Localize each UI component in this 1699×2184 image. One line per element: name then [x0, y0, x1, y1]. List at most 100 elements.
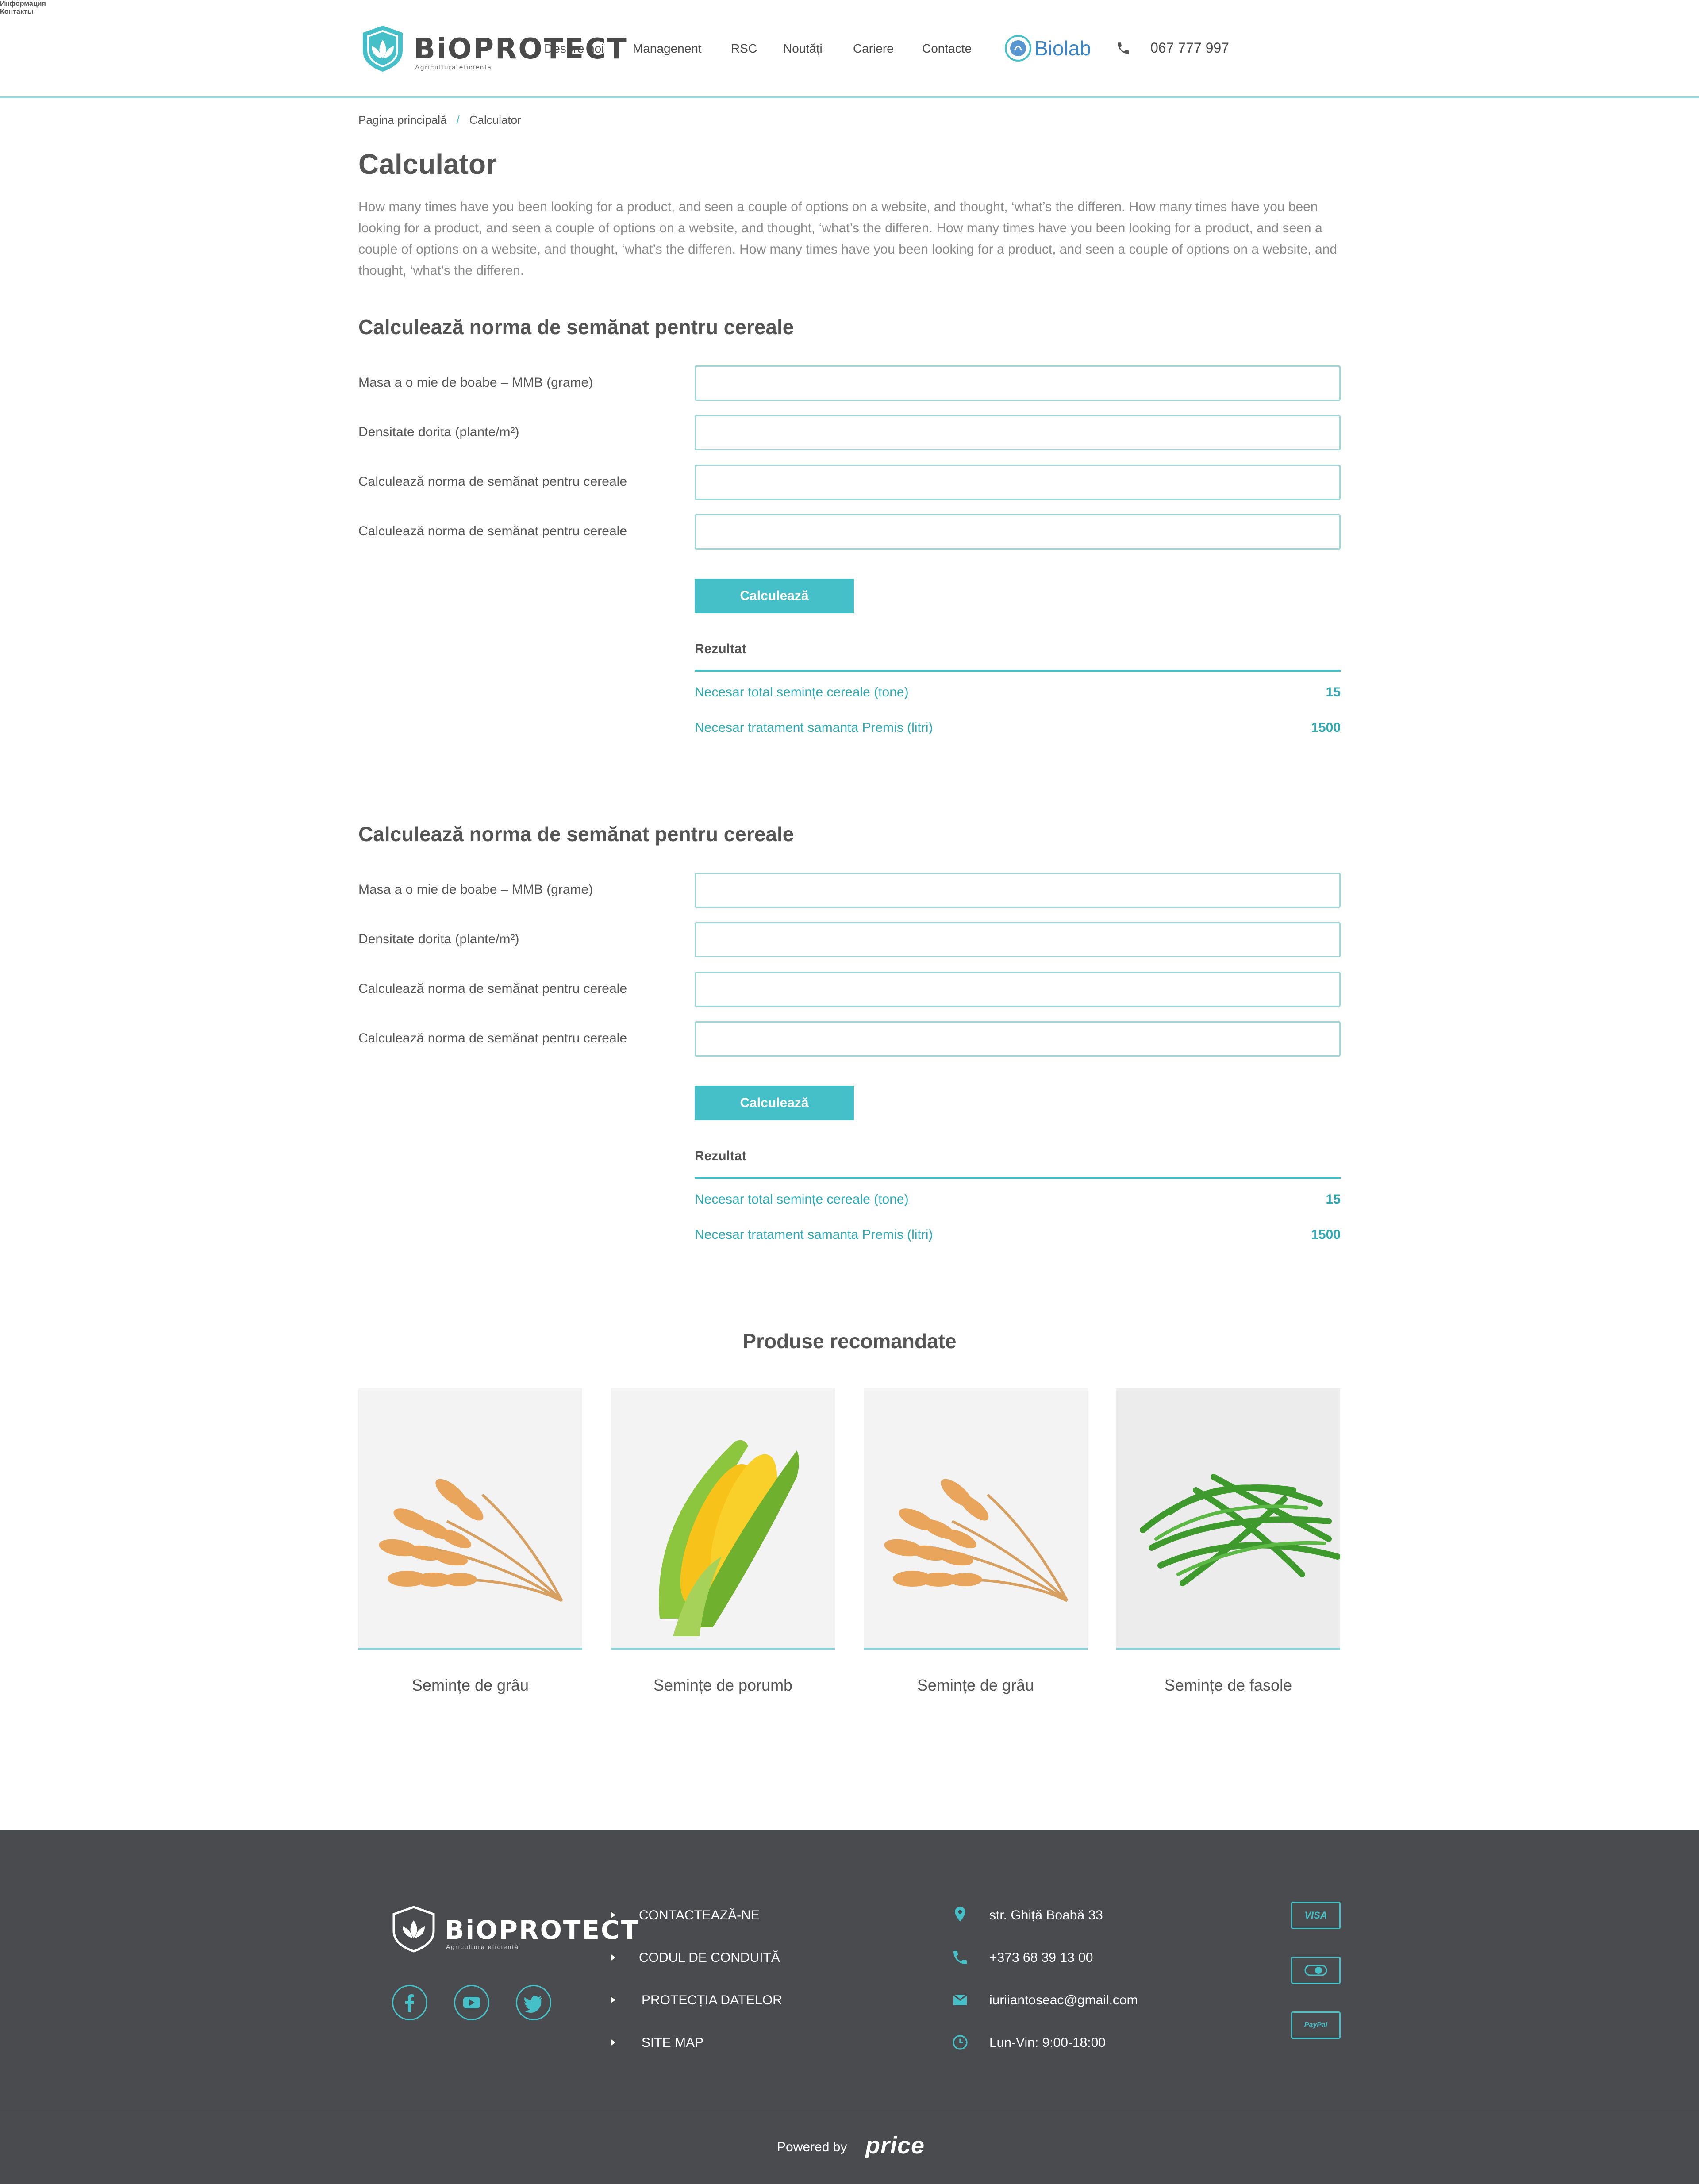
- caret-right-icon: [611, 1911, 615, 1919]
- site-logo[interactable]: BiOPROTECT Agricultura eficientă: [358, 24, 627, 73]
- footer-bottom-bar: [0, 2111, 1699, 2184]
- biolab-logo[interactable]: Biolab: [1003, 33, 1091, 65]
- wheat-icon: [884, 1479, 1069, 1602]
- result-divider: [695, 1177, 1341, 1179]
- footer-logo-wordmark: BiOPROTECT: [445, 1915, 640, 1945]
- calculator-title: Calculează norma de semănat pentru cerea…: [358, 315, 794, 338]
- product-image-corn[interactable]: [611, 1388, 835, 1650]
- product-name[interactable]: Semințe de fasole: [1116, 1676, 1340, 1695]
- field-label-mmb: Masa a o mie de boabe – MMB (grame): [358, 882, 593, 897]
- footer-logo-tagline: Agricultura eficientă: [446, 1943, 519, 1950]
- page-title: Calculator: [358, 148, 497, 180]
- mastercard-icon: [1291, 1957, 1341, 1984]
- mmb-input[interactable]: [695, 873, 1341, 908]
- nav-management[interactable]: Managenent: [633, 42, 702, 56]
- breadcrumb-separator: /: [456, 113, 460, 127]
- field-label-mmb: Masa a o mie de boabe – MMB (grame): [358, 375, 593, 390]
- products-title: Produse recomandate: [742, 1330, 957, 1353]
- visa-icon: VISA: [1291, 1902, 1341, 1929]
- norm-input-2[interactable]: [695, 514, 1341, 550]
- nav-contacte[interactable]: Contacte: [922, 42, 972, 56]
- result-title: Rezultat: [695, 1149, 746, 1163]
- nav-despre-noi[interactable]: Despre noi: [544, 42, 604, 56]
- product-name[interactable]: Semințe de porumb: [611, 1676, 835, 1695]
- footer-link-sitemap[interactable]: SITE MAP: [642, 2035, 703, 2050]
- footer-link-contact[interactable]: CONTACTEAZĂ-NE: [639, 1908, 760, 1923]
- contact-phone[interactable]: +373 68 39 13 00: [989, 1950, 1093, 1965]
- result-label-seeds: Necesar total semințe cereale (tone): [695, 1192, 909, 1207]
- field-label-norm-2: Calculează norma de semănat pentru cerea…: [358, 1031, 627, 1046]
- mail-icon: [953, 1994, 968, 2005]
- nav-rsc[interactable]: RSC: [731, 42, 757, 56]
- result-label-seeds: Necesar total semințe cereale (tone): [695, 685, 909, 700]
- biolab-emblem-icon: [1005, 35, 1031, 62]
- product-image-wheat[interactable]: [358, 1388, 582, 1650]
- calculate-button[interactable]: Calculează: [695, 579, 854, 613]
- norm-input-1[interactable]: [695, 972, 1341, 1007]
- page-intro: How many times have you been looking for…: [358, 200, 1338, 278]
- paypal-icon: PayPal: [1291, 2011, 1341, 2039]
- field-label-density: Densitate dorita (plante/m²): [358, 425, 519, 439]
- logo-tagline: Agricultura eficientă: [415, 64, 492, 71]
- location-icon: [955, 1907, 965, 1922]
- result-label-treatment: Necesar tratament samanta Premis (litri): [695, 720, 933, 735]
- phone-icon: [953, 1951, 967, 1964]
- density-input[interactable]: [695, 415, 1341, 450]
- result-value-treatment: 1500: [1311, 720, 1341, 735]
- product-name[interactable]: Semințe de grâu: [864, 1676, 1088, 1695]
- field-label-density: Densitate dorita (plante/m²): [358, 932, 519, 946]
- mmb-input[interactable]: [695, 365, 1341, 401]
- wheat-icon: [379, 1479, 563, 1602]
- result-title: Rezultat: [695, 642, 746, 656]
- facebook-icon[interactable]: [392, 1985, 427, 2020]
- twitter-icon[interactable]: [516, 1985, 551, 2020]
- footer-link-conduct[interactable]: CODUL DE CONDUITĂ: [639, 1950, 780, 1965]
- header-phone-link[interactable]: 067 777 997: [1150, 40, 1229, 56]
- beans-icon: [1140, 1474, 1340, 1586]
- result-value-seeds: 15: [1326, 1192, 1341, 1207]
- breadcrumb-current: Calculator: [469, 113, 521, 127]
- breadcrumb: Pagina principală / Calculator: [358, 113, 521, 127]
- product-card[interactable]: [864, 1388, 1088, 1672]
- contact-address: str. Ghiță Boabă 33: [989, 1908, 1103, 1923]
- product-image-wheat[interactable]: [864, 1388, 1088, 1650]
- footer-link-privacy[interactable]: PROTECȚIA DATELOR: [642, 1993, 782, 2008]
- product-card[interactable]: [611, 1388, 835, 1672]
- result-divider: [695, 670, 1341, 672]
- biolab-wordmark: Biolab: [1034, 37, 1091, 60]
- result-label-treatment: Necesar tratament samanta Premis (litri): [695, 1227, 933, 1242]
- nav-noutati[interactable]: Noutăți: [783, 42, 823, 56]
- leaf-shield-icon: [363, 26, 403, 72]
- product-card[interactable]: [1116, 1388, 1340, 1672]
- powered-by-label: Powered by: [777, 2140, 847, 2154]
- phone-icon: [1118, 42, 1129, 54]
- leaf-shield-icon: [392, 1906, 435, 1953]
- footer-logo[interactable]: BiOPROTECT Agricultura eficientă: [389, 1904, 638, 1953]
- breadcrumb-home[interactable]: Pagina principală: [358, 113, 446, 127]
- calculate-button[interactable]: Calculează: [695, 1086, 854, 1120]
- site-header: BiOPROTECT Agricultura eficientă Despre …: [0, 0, 1699, 98]
- contact-hours: Lun-Vin: 9:00-18:00: [989, 2035, 1106, 2050]
- field-label-norm-1: Calculează norma de semănat pentru cerea…: [358, 981, 627, 996]
- caret-right-icon: [611, 2039, 615, 2046]
- calculator-title: Calculează norma de semănat pentru cerea…: [358, 823, 794, 846]
- norm-input-1[interactable]: [695, 465, 1341, 500]
- nav-cariere[interactable]: Cariere: [853, 42, 894, 56]
- price-logo[interactable]: price: [865, 2132, 925, 2159]
- clock-icon: [953, 2035, 968, 2050]
- field-label-norm-2: Calculează norma de semănat pentru cerea…: [358, 524, 627, 538]
- product-card[interactable]: [358, 1388, 582, 1672]
- contact-email[interactable]: iuriiantoseac@gmail.com: [989, 1993, 1138, 2008]
- product-image-beans[interactable]: [1116, 1388, 1340, 1650]
- corn-icon: [659, 1440, 799, 1636]
- caret-right-icon: [611, 1954, 615, 1961]
- field-label-norm-1: Calculează norma de semănat pentru cerea…: [358, 474, 627, 489]
- result-value-seeds: 15: [1326, 685, 1341, 700]
- product-name[interactable]: Semințe de grâu: [358, 1676, 582, 1695]
- density-input[interactable]: [695, 922, 1341, 957]
- caret-right-icon: [611, 1996, 615, 2003]
- result-value-treatment: 1500: [1311, 1227, 1341, 1242]
- norm-input-2[interactable]: [695, 1021, 1341, 1057]
- site-footer: [0, 1830, 1699, 2111]
- youtube-icon[interactable]: [454, 1985, 489, 2020]
